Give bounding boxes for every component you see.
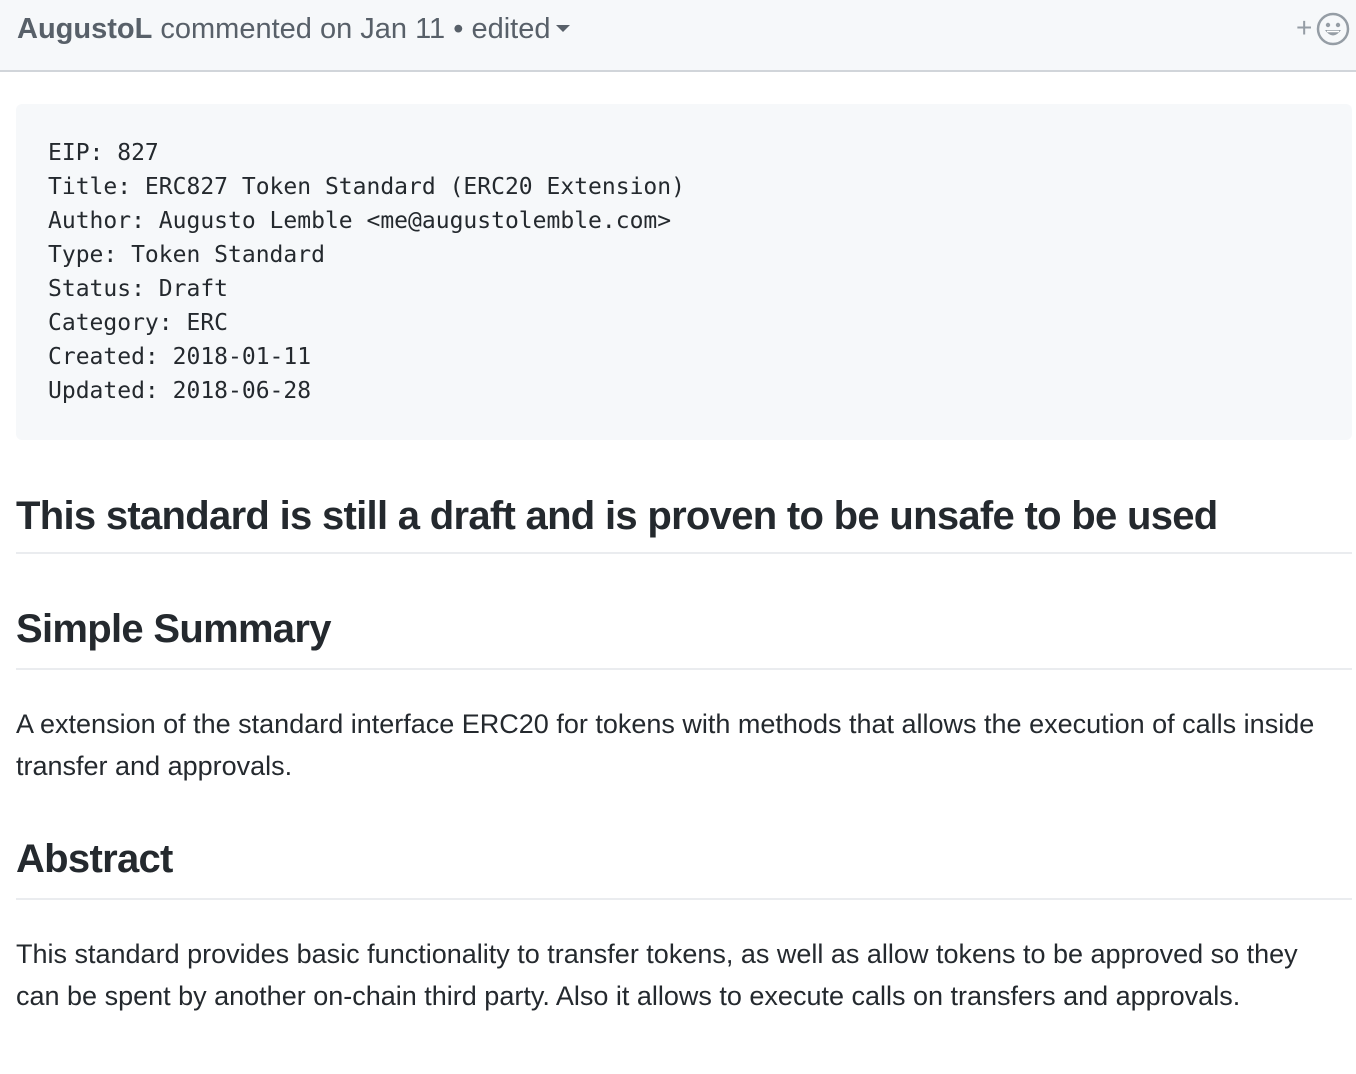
comment-meta: AugustoL commented on Jan 11 • edited xyxy=(17,12,571,46)
simple-summary-text: A extension of the standard interface ER… xyxy=(16,709,1315,781)
abstract-heading: Abstract xyxy=(16,830,1352,900)
edited-label: edited xyxy=(471,13,551,45)
code-line: EIP: 827 xyxy=(48,140,159,166)
edited-dropdown[interactable]: edited xyxy=(471,13,571,45)
code-line: Created: 2018-01-11 xyxy=(48,344,312,370)
code-line: Type: Token Standard xyxy=(48,242,325,268)
code-line: Updated: 2018-06-28 xyxy=(48,378,312,404)
chevron-down-icon xyxy=(556,25,571,33)
simple-summary-heading: Simple Summary xyxy=(16,600,1352,670)
add-reaction-button[interactable]: + xyxy=(1296,11,1352,47)
plus-icon: + xyxy=(1296,12,1313,43)
code-line: Status: Draft xyxy=(48,276,229,302)
abstract-text: This standard provides basic functionali… xyxy=(16,939,1298,1011)
warning-heading: This standard is still a draft and is pr… xyxy=(16,486,1352,554)
code-block: EIP: 827 Title: ERC827 Token Standard (E… xyxy=(16,104,1352,440)
eip-preamble: EIP: 827 Title: ERC827 Token Standard (E… xyxy=(48,136,1320,408)
code-line: Category: ERC xyxy=(48,310,229,336)
code-line: Title: ERC827 Token Standard (ERC20 Exte… xyxy=(48,174,685,200)
comment-header: AugustoL commented on Jan 11 • edited + xyxy=(0,0,1356,72)
meta-separator: • xyxy=(453,13,464,45)
smiley-icon xyxy=(1316,12,1350,51)
comment-author-link[interactable]: AugustoL xyxy=(17,13,152,45)
comment-action-text: commented on Jan 11 xyxy=(160,13,446,45)
code-line: Author: Augusto Lemble <me@augustolemble… xyxy=(48,208,672,234)
